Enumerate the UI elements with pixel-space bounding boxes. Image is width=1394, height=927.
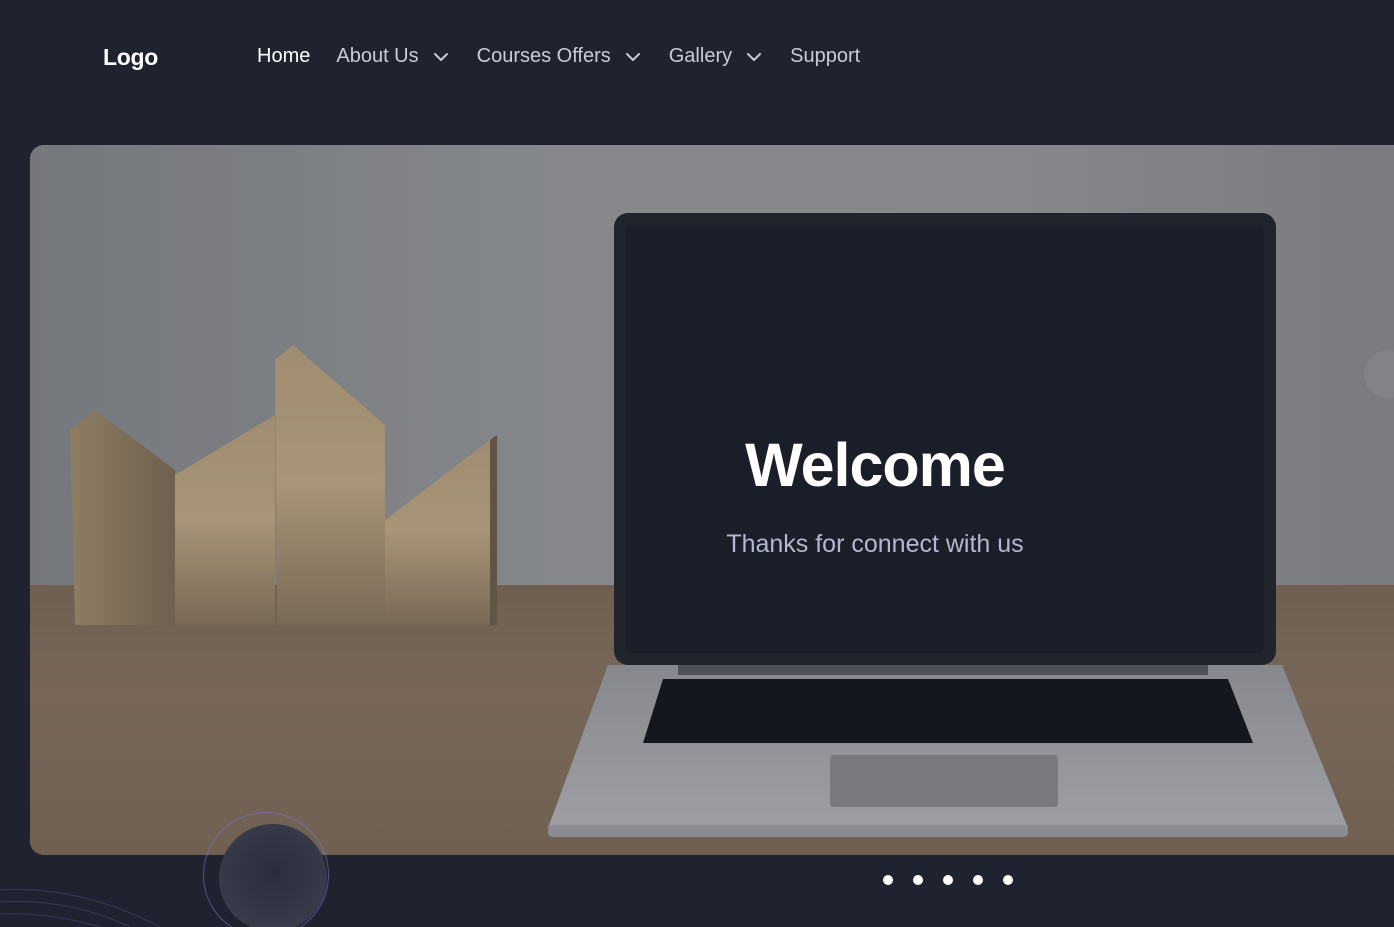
slider-dot[interactable] bbox=[943, 875, 953, 885]
decorative-lines bbox=[0, 889, 161, 927]
chevron-down-icon bbox=[744, 47, 764, 67]
slider-dot[interactable] bbox=[1003, 875, 1013, 885]
slider-dot[interactable] bbox=[913, 875, 923, 885]
nav-item-gallery[interactable]: Gallery bbox=[669, 45, 764, 68]
nav-item-courses-offers[interactable]: Courses Offers bbox=[477, 45, 643, 68]
slider-dot[interactable] bbox=[883, 875, 893, 885]
nav-item-label: About Us bbox=[336, 45, 419, 67]
logo[interactable]: Logo bbox=[103, 44, 158, 71]
hero-overlay bbox=[30, 145, 1394, 855]
slider-dot[interactable] bbox=[973, 875, 983, 885]
hero-subtitle: Thanks for connect with us bbox=[726, 530, 1024, 558]
decorative-ring bbox=[203, 812, 329, 927]
nav-item-home[interactable]: Home bbox=[257, 45, 310, 68]
nav-item-about-us[interactable]: About Us bbox=[336, 45, 450, 68]
nav-item-label: Support bbox=[790, 45, 861, 67]
slider-pagination bbox=[883, 875, 1033, 885]
chevron-down-icon bbox=[623, 47, 643, 67]
main-menu: Home About Us Courses Offers Gallery Sup… bbox=[257, 45, 886, 68]
hero-title: Welcome bbox=[745, 431, 1006, 499]
nav-item-support[interactable]: Support bbox=[790, 45, 860, 68]
nav-item-label: Home bbox=[257, 45, 311, 67]
nav-item-label: Courses Offers bbox=[476, 45, 611, 67]
navbar: Logo Home About Us Courses Offers Galler… bbox=[0, 0, 1394, 116]
chevron-down-icon bbox=[431, 47, 451, 67]
nav-item-label: Gallery bbox=[668, 45, 733, 67]
hero-banner bbox=[30, 145, 1394, 855]
